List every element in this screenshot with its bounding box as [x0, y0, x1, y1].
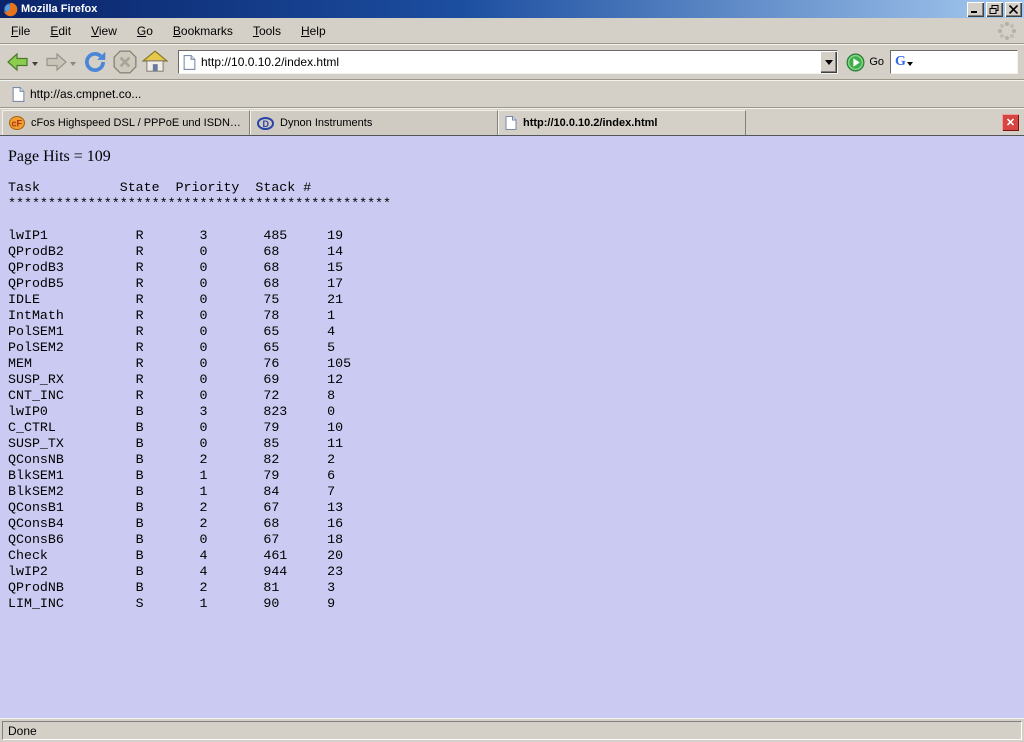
- page-icon: [505, 116, 517, 130]
- google-icon: G: [894, 54, 907, 70]
- dynon-icon: D: [257, 117, 274, 130]
- menu-tools[interactable]: Tools: [246, 20, 288, 42]
- url-input[interactable]: [196, 55, 820, 69]
- navigation-toolbar: Go G: [0, 44, 1024, 80]
- tab-2[interactable]: http://10.0.10.2/index.html: [498, 110, 746, 135]
- firefox-logo-icon: [3, 2, 18, 17]
- tab-strip: cF cFos Highspeed DSL / PPPoE und ISDN CA…: [0, 108, 1024, 136]
- back-button[interactable]: [6, 50, 40, 74]
- menu-edit[interactable]: Edit: [43, 20, 78, 42]
- search-input[interactable]: [913, 55, 1014, 69]
- forward-dropdown-icon[interactable]: [70, 62, 76, 69]
- home-button[interactable]: [142, 49, 168, 75]
- bookmark-label: http://as.cmpnet.co...: [30, 87, 141, 101]
- page-hits-text: Page Hits = 109: [8, 136, 1016, 166]
- close-tab-button[interactable]: ✕: [1002, 114, 1019, 131]
- tab-1[interactable]: D Dynon Instruments: [250, 110, 498, 135]
- tab-label: Dynon Instruments: [280, 117, 372, 129]
- status-bar: Done: [0, 718, 1024, 742]
- menu-view[interactable]: View: [84, 20, 124, 42]
- tab-label: http://10.0.10.2/index.html: [523, 117, 657, 129]
- task-table: Task State Priority Stack # ************…: [8, 180, 1016, 612]
- stop-button[interactable]: [112, 49, 138, 75]
- firefox-window: { "window": { "title": "Mozilla Firefox"…: [0, 0, 1024, 742]
- restore-button[interactable]: [986, 2, 1003, 17]
- url-bar: [178, 50, 838, 74]
- bookmark-item[interactable]: http://as.cmpnet.co...: [6, 84, 147, 105]
- menu-file[interactable]: File: [4, 20, 37, 42]
- page-icon: [12, 87, 25, 102]
- menu-go[interactable]: Go: [130, 20, 160, 42]
- menubar: File Edit View Go Bookmarks Tools Help: [0, 18, 1024, 44]
- close-window-button[interactable]: [1005, 2, 1022, 17]
- back-dropdown-icon[interactable]: [32, 62, 38, 69]
- minimize-button[interactable]: [967, 2, 984, 17]
- menu-bookmarks[interactable]: Bookmarks: [166, 20, 240, 42]
- go-button[interactable]: Go: [846, 53, 884, 72]
- search-bar: G: [890, 50, 1018, 74]
- page-content: Page Hits = 109 Task State Priority Stac…: [0, 136, 1024, 718]
- forward-button[interactable]: [44, 50, 78, 74]
- throbber-icon: [996, 20, 1018, 42]
- status-text: Done: [2, 721, 1022, 740]
- titlebar[interactable]: Mozilla Firefox: [0, 0, 1024, 18]
- url-dropdown-button[interactable]: [820, 51, 837, 73]
- svg-text:D: D: [263, 119, 270, 129]
- page-icon: [183, 55, 196, 70]
- cfos-icon: cF: [9, 116, 25, 130]
- bookmarks-toolbar: http://as.cmpnet.co...: [0, 80, 1024, 108]
- menu-help[interactable]: Help: [294, 20, 333, 42]
- svg-text:cF: cF: [12, 119, 23, 129]
- go-label: Go: [869, 56, 884, 68]
- tab-label: cFos Highspeed DSL / PPPoE und ISDN CAP.…: [31, 117, 243, 129]
- window-title: Mozilla Firefox: [21, 3, 965, 15]
- tab-0[interactable]: cF cFos Highspeed DSL / PPPoE und ISDN CA…: [2, 110, 250, 135]
- reload-button[interactable]: [82, 49, 108, 75]
